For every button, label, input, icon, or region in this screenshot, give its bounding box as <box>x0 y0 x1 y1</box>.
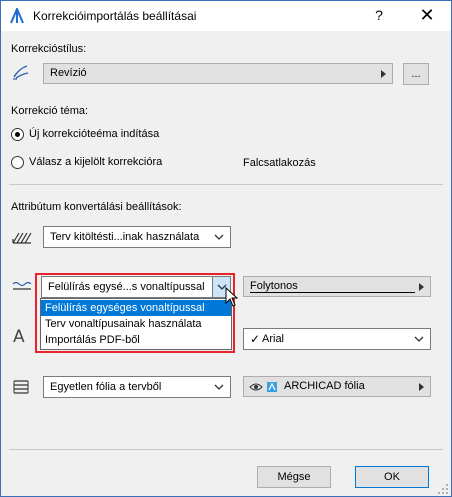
cancel-button[interactable]: Mégse <box>257 466 331 488</box>
chevron-down-icon <box>414 336 424 342</box>
fill-conversion-value: Terv kitöltésti...inak használata <box>50 231 200 243</box>
chevron-down-icon <box>214 234 224 240</box>
footer-divider <box>9 449 443 450</box>
ok-button[interactable]: OK <box>355 466 429 488</box>
attribute-conversion-label: Attribútum konvertálási beállítások: <box>11 201 182 213</box>
reply-topic-radio[interactable] <box>11 156 24 169</box>
dropdown-option[interactable]: Terv vonaltípusainak használata <box>41 316 231 332</box>
dropdown-option[interactable]: Felülírás egységes vonaltípussal <box>41 300 231 316</box>
arrow-right-icon <box>419 383 424 391</box>
line-conversion-dropdown-list: Felülírás egységes vonaltípussal Terv vo… <box>40 298 232 350</box>
pen-icon <box>13 65 29 80</box>
new-topic-radio[interactable] <box>11 128 24 141</box>
layers-icon <box>13 380 29 394</box>
line-style-combo[interactable]: Folytonos <box>243 276 431 297</box>
layer-conversion-value: Egyetlen fólia a tervből <box>50 381 162 393</box>
layer-combo[interactable]: ARCHICAD fólia <box>243 376 431 397</box>
markup-style-value: Revízió <box>50 67 87 79</box>
fill-hatch-icon <box>12 232 32 244</box>
dialog-window: Korrekcióimportálás beállításai ? ✕ Korr… <box>0 0 452 497</box>
line-style-value: Folytonos <box>250 280 298 292</box>
markup-style-combo[interactable]: Revízió <box>43 63 393 84</box>
markup-topic-label: Korrekció téma: <box>11 105 89 117</box>
chevron-down-icon <box>214 384 224 390</box>
layer-conversion-select[interactable]: Egyetlen fólia a tervből <box>43 376 231 398</box>
arrow-right-icon <box>381 70 386 78</box>
checkmark-icon: ✓ <box>250 332 261 346</box>
new-topic-label: Új korrekcióteéma indítása <box>29 128 160 140</box>
dropdown-option[interactable]: Importálás PDF-ből <box>41 332 231 348</box>
markup-style-more-button[interactable]: ... <box>403 63 429 85</box>
markup-style-label: Korrekcióstílus: <box>11 43 87 55</box>
eye-icon <box>249 383 263 391</box>
fill-conversion-select[interactable]: Terv kitöltésti...inak használata <box>43 226 231 248</box>
layer-lock-icon <box>267 382 277 392</box>
help-button[interactable]: ? <box>371 7 387 23</box>
archicad-app-icon <box>10 8 24 24</box>
resize-grip-icon[interactable] <box>437 483 449 495</box>
mouse-cursor-icon <box>225 287 239 307</box>
font-select[interactable]: ✓ Arial <box>243 328 431 350</box>
line-type-icon <box>12 281 32 290</box>
font-value: Arial <box>262 333 285 345</box>
title-bar: Korrekcióimportálás beállításai ? ✕ <box>1 1 451 31</box>
close-button[interactable]: ✕ <box>419 5 435 26</box>
window-title: Korrekcióimportálás beállításai <box>33 9 197 23</box>
section-divider <box>9 184 443 185</box>
layer-value: ARCHICAD fólia <box>284 380 365 392</box>
reply-target-label: Falcsatlakozás <box>243 157 316 169</box>
arrow-right-icon <box>419 283 424 291</box>
reply-topic-label: Válasz a kijelölt korrekcióra <box>29 156 163 168</box>
font-icon: A <box>13 327 25 347</box>
solid-line-preview <box>250 292 415 293</box>
